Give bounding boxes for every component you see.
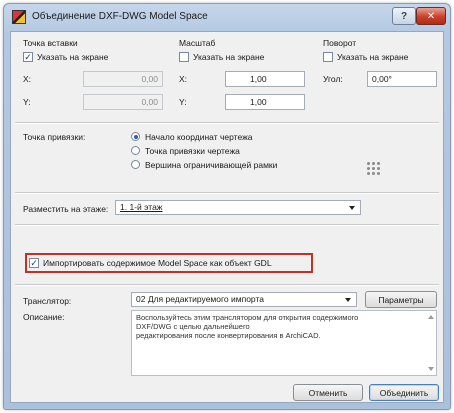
translator-label: Транслятор:	[23, 296, 72, 306]
dialog-body: Точка вставки ✓ Указать на экране X: 0,0…	[10, 31, 444, 403]
scale-y-label: Y:	[179, 97, 187, 107]
anchor-grid-icon[interactable]	[367, 162, 381, 176]
separator	[15, 122, 439, 124]
scroll-up-icon[interactable]	[428, 315, 434, 319]
insertion-x-label: X:	[23, 74, 32, 84]
gdl-import-label: Импортировать содержимое Model Space как…	[43, 258, 272, 268]
description-label: Описание:	[23, 312, 65, 322]
description-text-area[interactable]: Воспользуйтесь этим транслятором для отк…	[131, 310, 437, 376]
insertion-y-field[interactable]: 0,00	[83, 94, 163, 110]
rotation-angle-label: Угол:	[323, 74, 343, 84]
floor-select[interactable]: 1. 1-й этаж	[115, 200, 361, 215]
insertion-point-heading: Точка вставки	[23, 38, 78, 48]
rotation-heading: Поворот	[323, 38, 357, 48]
anchor-option-origin: Начало координат чертежа	[145, 132, 253, 142]
insertion-x-field[interactable]: 0,00	[83, 71, 163, 87]
anchor-point-label: Точка привязки:	[23, 132, 86, 142]
anchor-radio-bounding-box[interactable]	[131, 160, 140, 169]
separator	[15, 192, 439, 194]
scroll-down-icon[interactable]	[428, 367, 434, 371]
anchor-radio-drawing-point[interactable]	[131, 146, 140, 155]
scale-y-field[interactable]: 1,00	[225, 94, 305, 110]
description-line: редактирования после конвертирования в A…	[136, 331, 321, 340]
insertion-y-label: Y:	[23, 97, 31, 107]
scale-pick-checkbox[interactable]	[179, 52, 189, 62]
anchor-radio-origin[interactable]	[131, 132, 140, 141]
chevron-down-icon	[349, 206, 355, 210]
scale-x-field[interactable]: 1,00	[225, 71, 305, 87]
rotation-pick-label: Указать на экране	[337, 52, 409, 62]
help-button[interactable]: ?	[392, 7, 416, 25]
archicad-app-icon	[12, 10, 26, 24]
window-title: Объединение DXF-DWG Model Space	[32, 11, 208, 22]
gdl-import-checkbox[interactable]: ✓	[29, 258, 39, 268]
cancel-button[interactable]: Отменить	[293, 384, 363, 401]
merge-dialog: Объединение DXF-DWG Model Space ? ✕ Точк…	[3, 3, 451, 410]
scale-pick-label: Указать на экране	[193, 52, 265, 62]
rotation-pick-checkbox[interactable]	[323, 52, 333, 62]
separator	[15, 224, 439, 226]
merge-button[interactable]: Объединить	[369, 384, 439, 401]
translator-select-value: 02 Для редактируемого импорта	[136, 294, 264, 304]
floor-select-value: 1. 1-й этаж	[120, 202, 163, 212]
rotation-angle-field[interactable]: 0,00°	[367, 71, 437, 87]
anchor-option-drawing-point: Точка привязки чертежа	[145, 146, 240, 156]
title-bar[interactable]: Объединение DXF-DWG Model Space ? ✕	[4, 4, 450, 30]
translator-select[interactable]: 02 Для редактируемого импорта	[131, 292, 357, 307]
description-line: Воспользуйтесь этим транслятором для отк…	[136, 313, 359, 322]
scale-heading: Масштаб	[179, 38, 216, 48]
anchor-option-bounding-box: Вершина ограничивающей рамки	[145, 160, 278, 170]
description-line: DXF/DWG с целью дальнейшего	[136, 322, 250, 331]
floor-label: Разместить на этаже:	[23, 204, 109, 214]
close-button[interactable]: ✕	[416, 7, 446, 25]
scale-x-label: X:	[179, 74, 188, 84]
separator	[15, 284, 439, 286]
insertion-pick-label: Указать на экране	[37, 52, 109, 62]
chevron-down-icon	[345, 298, 351, 302]
insertion-pick-checkbox[interactable]: ✓	[23, 52, 33, 62]
parameters-button[interactable]: Параметры	[365, 291, 437, 308]
